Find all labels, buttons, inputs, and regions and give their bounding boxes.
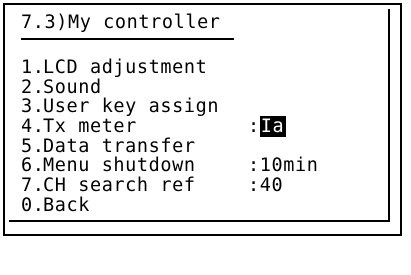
menu-item-number: 3. — [21, 96, 45, 118]
menu-item-number: 1. — [21, 57, 45, 78]
tx-meter-value: :Ia — [248, 116, 287, 138]
value-separator: : — [248, 175, 260, 197]
ch-search-ref-setting: 40 — [259, 175, 284, 197]
value-separator: : — [248, 116, 260, 138]
ch-search-ref-value: :40 — [248, 176, 283, 196]
menu-item-label: CH search ref — [43, 175, 196, 197]
menu-title: 7.3)My controller — [21, 12, 221, 33]
menu-item-user-key-assign[interactable]: 3. User key assign — [21, 97, 381, 117]
menu-item-label: LCD adjustment — [43, 57, 208, 78]
menu-item-number: 6. — [21, 155, 45, 177]
menu-item-ch-search-ref[interactable]: 7. CH search ref :40 — [21, 176, 381, 196]
menu-item-label: Menu shutdown — [43, 155, 196, 177]
menu-item-label: Sound — [43, 76, 102, 98]
menu-item-number: 4. — [21, 116, 45, 138]
menu-item-data-transfer[interactable]: 5. Data transfer — [21, 137, 381, 157]
title-underline — [21, 38, 234, 40]
menu-shutdown-value: :10min — [248, 156, 318, 176]
value-separator: : — [248, 155, 260, 177]
tx-meter-selected-value[interactable]: Ia — [259, 116, 287, 138]
menu-item-back[interactable]: 0. Back — [21, 196, 381, 216]
menu-item-label: Tx meter — [43, 116, 137, 138]
menu-item-number: 7. — [21, 175, 45, 197]
menu-item-lcd-adjustment[interactable]: 1. LCD adjustment — [21, 58, 381, 78]
menu-item-tx-meter[interactable]: 4. Tx meter :Ia — [21, 116, 381, 138]
menu-item-label: Data transfer — [43, 135, 196, 157]
menu-item-menu-shutdown[interactable]: 6. Menu shutdown :10min — [21, 156, 381, 176]
menu-shutdown-setting: 10min — [259, 155, 319, 177]
menu-item-number: 2. — [21, 76, 45, 98]
menu-item-label: Back — [43, 194, 90, 216]
menu-item-number: 5. — [21, 135, 45, 157]
menu-item-label: User key assign — [43, 96, 220, 118]
menu-list: 1. LCD adjustment 2. Sound 3. User key a… — [21, 58, 381, 216]
menu-item-sound[interactable]: 2. Sound — [21, 76, 381, 98]
menu-item-number: 0. — [21, 194, 45, 216]
